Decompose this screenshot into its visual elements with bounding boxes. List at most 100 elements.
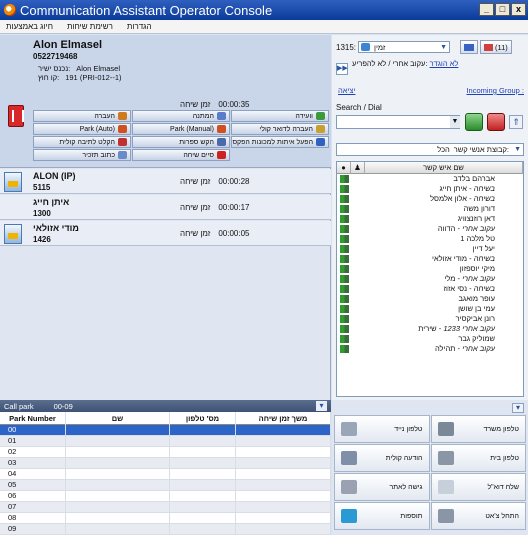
minimize-button[interactable]: _ [479,3,494,16]
table-row[interactable]: 07 [0,502,331,513]
list-item[interactable]: עקוב אחרי - הדווה [337,224,523,234]
list-item[interactable]: בשיחה - נסי אזוז [337,284,523,294]
search-dial-input[interactable] [336,115,460,129]
list-item[interactable]: עמי בן שושן [337,304,523,314]
contact-name: דורון משה [463,204,495,213]
addons-icon [341,509,357,523]
addons-button[interactable]: תוספות [334,502,430,530]
website-access-icon [341,480,357,494]
forward-icon[interactable]: ▶▶ [336,63,348,75]
list-item[interactable]: בשיחה - איתן חייג [337,184,523,194]
record-to-mailbox-button[interactable]: הקלט לתיבה קולית [33,136,131,148]
table-row[interactable]: 09 [0,524,331,535]
call-row[interactable]: איתן חייג 1300 זמן שיחה 00:00:17 [0,195,331,220]
table-row[interactable]: 01 [0,436,331,447]
table-row[interactable]: 08 [0,513,331,524]
table-row[interactable]: 03 [0,458,331,469]
call-row[interactable]: ALON (IP) 5115 זמן שיחה 00:00:28 [0,169,331,194]
column-header[interactable]: מס' טלפון [170,412,236,425]
menu-settings[interactable]: הגדרות [127,22,152,31]
menu-bar: חיוג באמצעות רשימת שיחות הגדרות [0,20,528,34]
office-phone-button[interactable]: טלפון משרד [430,415,526,443]
list-item[interactable]: עופר מואגב [337,294,523,304]
park-auto-button[interactable]: Park (Auto) [33,123,131,135]
transfer-to-voicemail-button[interactable]: העברה לדואר קולי [231,123,329,135]
contact-name: בשיחה - אלון אלמסל [430,194,495,203]
conference-button[interactable]: וועידה [231,110,329,122]
call-number: 1300 [33,209,51,218]
park-manual-button[interactable]: Park (Manual) [132,123,230,135]
fax-signal-button[interactable]: הפעל איתות למכונות הפקס [231,136,329,148]
incoming-value: Alon Elmasel [76,64,121,73]
home-phone-button[interactable]: טלפון בית [430,444,526,472]
quick-actions-panel: ▾ טלפון נייד טלפון משרד הודעה קולית טלפון ב… [332,400,528,535]
website-access-button[interactable]: גישה לאתר [334,473,430,501]
person-icon[interactable]: ♟ [351,162,365,174]
list-item[interactable]: טל מלכה 1 [337,234,523,244]
column-header[interactable]: משך זמן שיחה [236,412,331,425]
record-icon [118,138,127,146]
transfer-button[interactable]: העברה [33,110,131,122]
extension-label: 1315: [336,43,357,52]
list-item[interactable]: מיקי יוספזון [337,264,523,274]
incoming-group-link[interactable]: Incoming Group : [466,86,524,95]
contact-name: רונן אביקסיר [455,314,495,323]
menu-call-list[interactable]: רשימת שיחות [67,22,113,31]
list-item[interactable]: דורון משה [337,204,523,214]
park-icon [118,125,127,133]
dial-call-button[interactable] [465,113,483,131]
mobile-phone-button[interactable]: טלפון נייד [334,415,430,443]
list-item[interactable]: בשיחה - מודי אזולאי [337,254,523,264]
list-item[interactable]: דאן רוזנצוויג [337,214,523,224]
end-call-button[interactable]: סיים שיחה [132,149,230,161]
status-select[interactable]: זמין ▼ [358,41,450,53]
list-item[interactable]: יעל דיין [337,244,523,254]
missed-calls-button[interactable]: (11) [480,40,512,54]
list-item[interactable]: עקוב אחרי 1233 - שירית [337,324,523,334]
list-item[interactable]: עקוב אחרי - תהילה [337,344,523,354]
table-row[interactable]: 04 [0,469,331,480]
voice-message-button[interactable]: הודעה קולית [334,444,430,472]
table-row[interactable]: 02 [0,447,331,458]
expand-up-icon[interactable]: ⇑ [509,115,523,129]
exit-link[interactable]: יציאה [338,86,355,95]
write-memo-button[interactable]: כתוב תזכיר [33,149,131,161]
contact-group-select[interactable]: הכל קבוצת אנשי קשר: ▼ [336,143,524,156]
contact-name-header[interactable]: שם איש קשר [365,162,523,174]
maximize-button[interactable]: □ [495,3,510,16]
menu-dial-via[interactable]: חיוג באמצעות [6,22,53,31]
list-item[interactable]: עקוב אחרי - מלי [337,274,523,284]
start-chat-button[interactable]: התחל צ'אט [430,502,526,530]
presence-icon [340,325,349,333]
list-item[interactable]: שמוליק גבר [337,334,523,344]
active-call-card[interactable]: Alon Elmasel 0522719468 נכנס ישיר: Alon … [0,35,331,168]
not-defined-link[interactable]: לא הוגדר [430,59,459,68]
call-row[interactable]: מודי אזולאי 1426 זמן שיחה 00:00:05 [0,221,331,246]
call-duration: זמן שיחה 00:00:28 [180,177,250,186]
table-row[interactable]: 06 [0,491,331,502]
dtmf-digits-button[interactable]: הקש ספרות [132,136,230,148]
close-button[interactable]: x [511,3,526,16]
contact-name: דאן רוזנצוויג [457,214,495,223]
hangup-phone-icon[interactable] [8,105,24,127]
column-header[interactable]: שם [66,412,170,425]
dial-end-button[interactable] [487,113,505,131]
send-email-button[interactable]: שלח דוא"ל [430,473,526,501]
info-icon[interactable]: ● [337,162,351,174]
call-park-range-tab[interactable]: 00-09 [54,402,73,411]
chevron-down-icon[interactable]: ▼ [450,116,460,128]
start-chat-icon [437,509,454,523]
table-row[interactable]: 05 [0,480,331,491]
hold-button[interactable]: המתנה [132,110,230,122]
chevron-down-icon[interactable]: ▾ [316,401,327,411]
column-header[interactable]: Park Number [0,412,66,425]
list-item[interactable]: רונן אביקסיר [337,314,523,324]
table-row[interactable]: 00 [0,425,331,436]
presence-icon [340,295,349,303]
list-item[interactable]: אברהם בלדב [337,174,523,184]
duration-label: זמן שיחה [180,100,211,109]
chevron-down-icon[interactable]: ▾ [512,403,524,413]
list-item[interactable]: בשיחה - אלון אלמסל [337,194,523,204]
contact-name: טל מלכה 1 [460,234,495,243]
mail-button[interactable] [460,40,478,54]
